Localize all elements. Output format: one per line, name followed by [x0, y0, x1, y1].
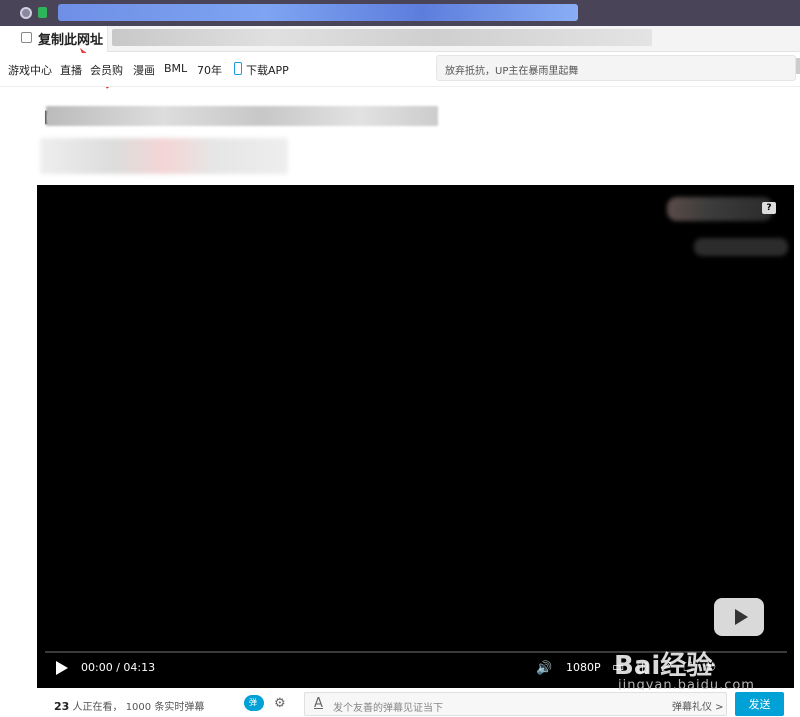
nav-member-shop[interactable]: 会员购 — [90, 62, 123, 78]
danmaku-placeholder: 发个友善的弹幕见证当下 — [333, 703, 443, 714]
nav-comics[interactable]: 漫画 — [133, 62, 155, 78]
scrollbar[interactable] — [796, 58, 800, 74]
uploader-blurred — [667, 197, 773, 221]
danmaku-input[interactable]: A 发个友善的弹幕见证当下 — [304, 692, 727, 716]
font-style-icon[interactable]: A — [314, 696, 323, 711]
nav-live[interactable]: 直播 — [60, 62, 82, 78]
play-icon[interactable] — [56, 661, 68, 675]
help-icon[interactable]: ? — [762, 202, 776, 214]
video-meta-blurred — [40, 138, 288, 174]
nav-download-app[interactable]: 下载APP — [246, 62, 289, 78]
danmaku-toggle-label: 弹 — [249, 698, 257, 707]
danmaku-toggle[interactable]: 弹 — [244, 695, 264, 711]
search-placeholder: 放弃抵抗，UP主在暴雨里起舞 — [445, 66, 579, 77]
phone-icon — [234, 62, 242, 75]
danmaku-etiquette-link[interactable]: 弹幕礼仪 > — [672, 698, 724, 713]
video-player[interactable] — [37, 185, 794, 688]
nav-70[interactable]: 70年 — [197, 62, 222, 78]
time-display: 00:00 / 04:13 — [81, 661, 156, 674]
viewer-count: 23 — [54, 700, 70, 713]
viewer-text: 人正在看， — [72, 702, 123, 713]
tv-logo-icon — [714, 598, 764, 636]
danmaku-count: 1000 条实时弹幕 — [125, 702, 205, 713]
video-title-blurred — [46, 106, 438, 126]
watermark-logo: Bai经验 — [614, 651, 713, 681]
player-info-blurred — [694, 238, 788, 256]
send-button[interactable]: 发送 — [735, 692, 784, 716]
viewer-info: 23 人正在看， 1000 条实时弹幕 — [54, 698, 204, 713]
search-input[interactable]: 放弃抵抗，UP主在暴雨里起舞 — [436, 55, 796, 81]
nav-bml[interactable]: BML — [164, 62, 187, 75]
nav-game-center[interactable]: 游戏中心 — [8, 62, 52, 78]
danmaku-settings-icon[interactable]: ⚙ — [274, 696, 286, 711]
quality-selector[interactable]: 1080P — [566, 661, 601, 674]
volume-icon[interactable]: 🔊 — [536, 661, 552, 676]
